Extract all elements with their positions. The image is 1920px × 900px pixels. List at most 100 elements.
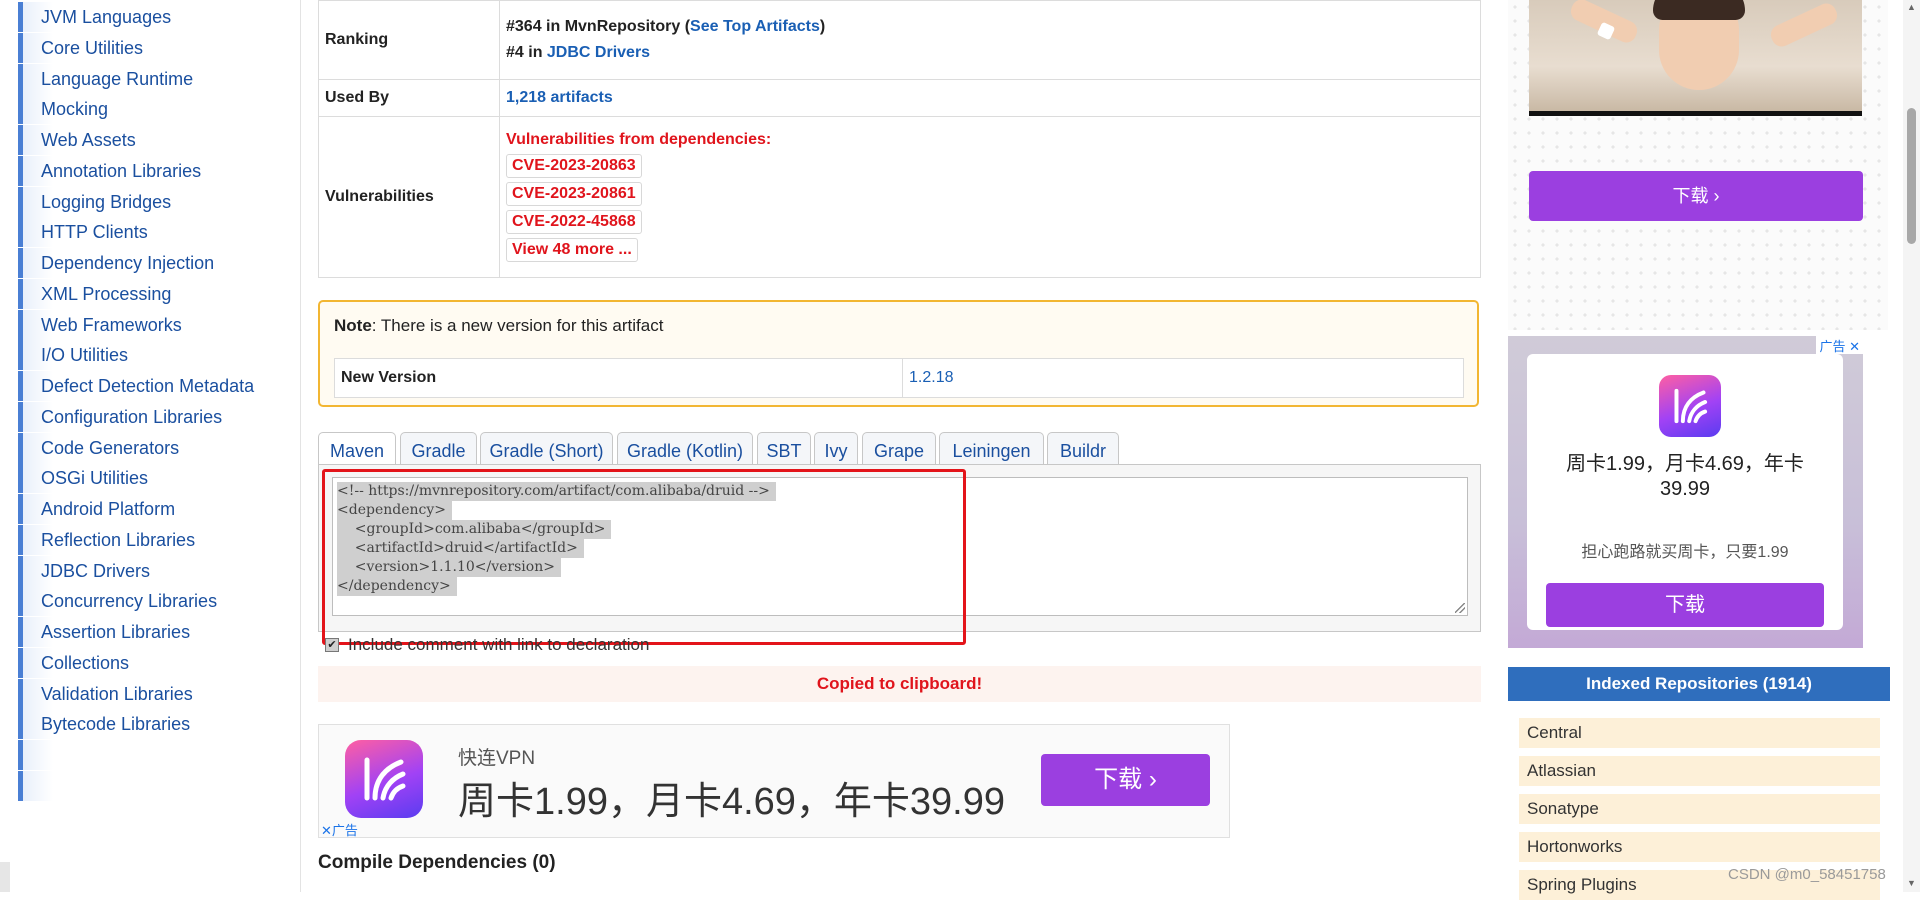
tab-gradle-kotlin[interactable]: Gradle (Kotlin): [617, 432, 753, 464]
sidebar-category[interactable]: Configuration Libraries: [18, 402, 258, 432]
ad-label: 广告: [331, 823, 358, 838]
repository-item[interactable]: Hortonworks: [1519, 832, 1880, 862]
repository-item[interactable]: Atlassian: [1519, 756, 1880, 786]
ad-app-name: 快连VPN: [458, 748, 536, 769]
ranking-overall-text: #364 in MvnRepository (: [506, 18, 691, 35]
tab-buildr[interactable]: Buildr: [1047, 432, 1119, 464]
ad-choices-mark[interactable]: 广告 ✕: [1816, 336, 1863, 354]
csdn-watermark: CSDN @m0_58451758: [1728, 866, 1886, 883]
page-scrollbar[interactable]: ▲ ▼: [1903, 0, 1920, 892]
vulnerabilities-row: Vulnerabilities Vulnerabilities from dep…: [318, 116, 1481, 278]
sidebar-category[interactable]: [18, 771, 258, 801]
sidebar-category[interactable]: HTTP Clients: [18, 217, 258, 247]
sidebar-category[interactable]: Language Runtime: [18, 64, 258, 94]
ad-photo[interactable]: [1529, 0, 1862, 116]
indexed-repositories-heading: Indexed Repositories (1914): [1508, 667, 1890, 701]
tab-maven[interactable]: Maven: [318, 432, 396, 466]
sidebar-category[interactable]: JDBC Drivers: [18, 556, 258, 586]
vpn-square-ad[interactable]: 广告 ✕ 周卡1.99，月卡4.69，年卡 39.99 担心跑路就买周卡，只要1…: [1508, 336, 1863, 648]
sidebar-category[interactable]: Concurrency Libraries: [18, 586, 258, 616]
photo-hair: [1653, 0, 1745, 20]
vpn-banner-ad[interactable]: 快连VPN 周卡1.99，月卡4.69，年卡39.99 下载 › ✕广告: [318, 724, 1230, 838]
tab-sbt[interactable]: SBT: [757, 432, 811, 464]
textarea-resize-handle[interactable]: [1455, 603, 1465, 613]
tab-gradle[interactable]: Gradle: [400, 432, 477, 464]
sidebar-category[interactable]: Web Frameworks: [18, 310, 258, 340]
ad-download-button[interactable]: 下载: [1546, 583, 1824, 627]
cve-badge[interactable]: CVE-2023-20863: [506, 154, 642, 178]
note-label: Note: [334, 316, 372, 335]
sidebar-category[interactable]: JVM Languages: [18, 2, 258, 32]
kuailian-logo-icon: [1659, 375, 1721, 437]
close-icon[interactable]: ✕: [321, 823, 332, 838]
tab-grape[interactable]: Grape: [862, 432, 936, 464]
jdbc-drivers-link[interactable]: JDBC Drivers: [547, 44, 650, 61]
sidebar-category[interactable]: XML Processing: [18, 279, 258, 309]
ranking-row: Ranking #364 in MvnRepository (See Top A…: [318, 0, 1481, 80]
sidebar-category[interactable]: Validation Libraries: [18, 679, 258, 709]
view-more-vulnerabilities-button[interactable]: View 48 more ...: [506, 238, 638, 262]
ad-card: 周卡1.99，月卡4.69，年卡 39.99 担心跑路就买周卡，只要1.99 下…: [1527, 354, 1843, 630]
scrollbar-thumb[interactable]: [1907, 108, 1916, 244]
sidebar-category[interactable]: Assertion Libraries: [18, 617, 258, 647]
new-version-label: New Version: [334, 358, 903, 398]
ad-label: 广告: [1819, 339, 1846, 354]
sidebar-category[interactable]: Web Assets: [18, 125, 258, 155]
note-message: : There is a new version for this artifa…: [371, 316, 664, 335]
ad-promo-line: 周卡1.99，月卡4.69，年卡: [1566, 453, 1804, 475]
repository-item[interactable]: Sonatype: [1519, 794, 1880, 824]
sidebar-category[interactable]: I/O Utilities: [18, 340, 258, 370]
cve-badge[interactable]: CVE-2022-45868: [506, 210, 642, 234]
sidebar-scroll-edge: [0, 862, 10, 892]
artifact-info-table: Ranking #364 in MvnRepository (See Top A…: [318, 0, 1481, 278]
see-top-artifacts-link[interactable]: See Top Artifacts: [690, 18, 820, 35]
close-icon[interactable]: ✕: [1845, 339, 1860, 354]
sidebar-category[interactable]: Collections: [18, 648, 258, 678]
ad-download-button[interactable]: 下载 ›: [1041, 754, 1210, 806]
ad-choices-mark[interactable]: ✕广告: [321, 820, 358, 839]
sidebar-category[interactable]: Logging Bridges: [18, 187, 258, 217]
vulnerabilities-heading: Vulnerabilities from dependencies:: [506, 131, 772, 148]
used-by-row: Used By 1,218 artifacts: [318, 79, 1481, 117]
sidebar-category[interactable]: [18, 740, 258, 770]
sidebar-category[interactable]: Annotation Libraries: [18, 156, 258, 186]
scroll-up-icon[interactable]: ▲: [1907, 2, 1916, 12]
include-comment-checkbox[interactable]: ✔: [325, 638, 339, 652]
cve-badge[interactable]: CVE-2023-20861: [506, 182, 642, 206]
sidebar-category[interactable]: Reflection Libraries: [18, 525, 258, 555]
tab-gradle-short[interactable]: Gradle (Short): [480, 432, 613, 464]
include-comment-label[interactable]: Include comment with link to declaration: [348, 635, 649, 655]
new-version-note: Note: There is a new version for this ar…: [318, 300, 1479, 407]
sidebar-category[interactable]: Mocking: [18, 94, 258, 124]
new-version-table: New Version 1.2.18: [334, 358, 1464, 398]
photo-ad-area: 下载 ›: [1508, 0, 1888, 330]
ranking-overall-suffix: ): [819, 18, 826, 35]
sidebar-category[interactable]: Code Generators: [18, 433, 258, 463]
ranking-value: #364 in MvnRepository (See Top Artifacts…: [499, 0, 1481, 80]
ad-download-button[interactable]: 下载 ›: [1529, 171, 1863, 221]
sidebar-category[interactable]: OSGi Utilities: [18, 463, 258, 493]
repository-item[interactable]: Central: [1519, 718, 1880, 748]
new-version-link[interactable]: 1.2.18: [909, 369, 953, 386]
artifact-main: Ranking #364 in MvnRepository (See Top A…: [318, 0, 1482, 892]
sidebar-category[interactable]: Android Platform: [18, 494, 258, 524]
scroll-down-icon[interactable]: ▼: [1907, 878, 1916, 888]
sidebar-category[interactable]: Defect Detection Metadata: [18, 371, 258, 401]
photo-arm: [1767, 0, 1841, 50]
note-text: Note: There is a new version for this ar…: [334, 316, 663, 336]
compile-dependencies-heading: Compile Dependencies (0): [318, 852, 556, 873]
sidebar-category[interactable]: Dependency Injection: [18, 248, 258, 278]
ad-promo-line: 39.99: [1659, 478, 1711, 500]
ad-promo-text: 周卡1.99，月卡4.69，年卡39.99: [458, 781, 1006, 823]
sidebar-category[interactable]: Bytecode Libraries: [18, 709, 258, 739]
tab-ivy[interactable]: Ivy: [814, 432, 858, 464]
sidebar-category[interactable]: Core Utilities: [18, 33, 258, 63]
vulnerabilities-label: Vulnerabilities: [318, 116, 500, 278]
right-sidebar: 下载 › 广告 ✕ 周卡1.99，月卡4.69，年卡 39.99 担心跑路就买周…: [1508, 0, 1894, 900]
ranking-label: Ranking: [318, 0, 500, 80]
ranking-category-text: #4 in: [506, 44, 547, 61]
tab-leiningen[interactable]: Leiningen: [939, 432, 1044, 464]
highlight-annotation-frame: [322, 469, 966, 645]
used-by-label: Used By: [318, 79, 500, 117]
used-by-artifacts-link[interactable]: 1,218 artifacts: [506, 89, 613, 106]
